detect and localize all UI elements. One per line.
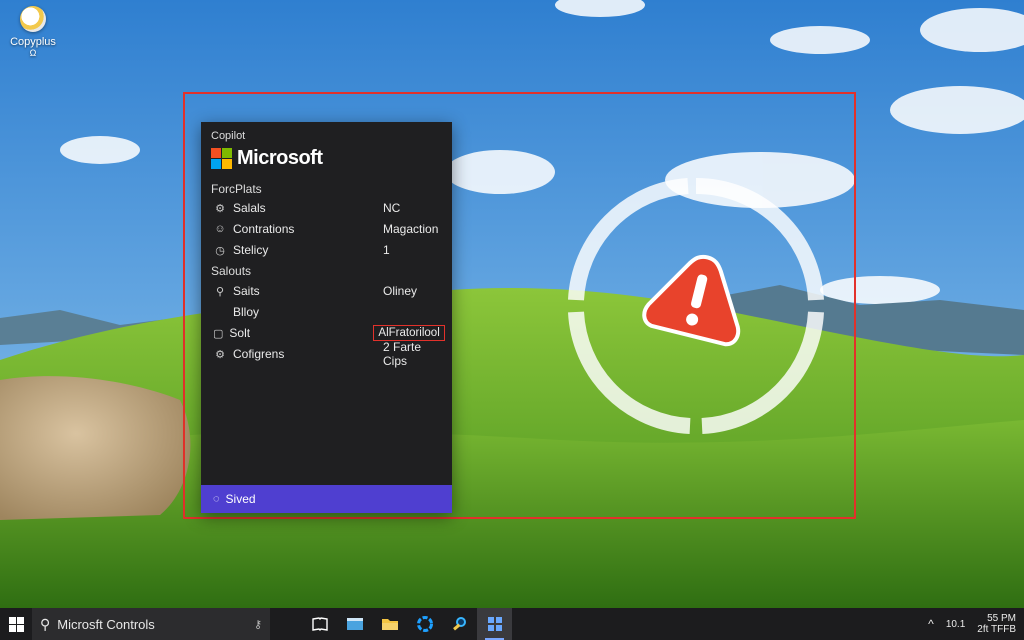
clock-icon: ◷ (215, 244, 225, 257)
taskbar-app-search[interactable] (442, 608, 477, 640)
loading-icon (416, 616, 433, 632)
row-label: Salals (233, 201, 266, 215)
row-label: Saits (233, 284, 260, 298)
row-label: Contrations (233, 222, 295, 236)
row-value: NC (383, 201, 401, 215)
row-label: Blloy (233, 305, 260, 319)
taskbar-app-refresh[interactable] (407, 608, 442, 640)
row-value: 1 (383, 243, 390, 257)
settings-row[interactable]: ☺ Contrations Magaction (213, 220, 442, 238)
row-label: Stelicy (233, 243, 269, 257)
folder-icon (381, 619, 398, 630)
microphone-icon[interactable]: ⚷ (254, 618, 262, 631)
taskbar: ⚲ Microsft Controls ⚷ ^ 10.1 55 PM 2ft T… (0, 608, 1024, 640)
warning-ring-graphic (560, 172, 832, 440)
footer-label: Sived (225, 492, 256, 506)
settings-row[interactable]: Blloy (213, 303, 442, 321)
clock[interactable]: 55 PM 2ft TFFB (977, 613, 1016, 635)
smiley-icon: ☺ (214, 223, 226, 235)
window-icon (346, 618, 363, 630)
taskbar-app-copilot[interactable] (477, 608, 512, 640)
panel-app-title: Copilot (211, 130, 246, 142)
search-icon: ⚲ (215, 285, 225, 298)
book-icon (311, 617, 328, 631)
taskbar-search[interactable]: ⚲ Microsft Controls ⚷ (32, 608, 270, 640)
chevron-up-icon[interactable]: ^ (928, 617, 934, 631)
settings-row[interactable]: ⚙ Salals NC (213, 199, 442, 217)
app-icon (20, 6, 46, 32)
settings-row[interactable]: ⚙ Cofigrens 2 Farte Cips (213, 340, 442, 368)
brand-name: Microsoft (237, 147, 323, 169)
microsoft-logo-icon (211, 148, 232, 169)
section-title-1: ForcPlats (211, 182, 262, 196)
row-label: Cofigrens (233, 347, 285, 361)
row-value: Oliney (383, 284, 418, 298)
app-grid-icon (487, 617, 502, 631)
pinned-apps (302, 608, 512, 640)
settings-row[interactable]: ⚲ Saits Oliney (213, 282, 442, 300)
gear-icon: ⚙ (215, 348, 225, 361)
row-value: Magaction (383, 222, 439, 236)
clock-time: 55 PM (987, 613, 1016, 624)
circle-icon: ◌ (213, 493, 220, 505)
magnifier-icon (452, 617, 466, 631)
row-value: 2 Farte Cips (383, 340, 422, 368)
row-label: Solt (229, 326, 251, 340)
square-icon: ▢ (213, 327, 224, 340)
warning-icon (568, 177, 824, 434)
search-icon: ⚲ (40, 615, 51, 632)
taskbar-app-explorer[interactable] (337, 608, 372, 640)
panel-footer-button[interactable]: ◌ Sived (201, 485, 452, 513)
windows-logo-icon (8, 616, 24, 632)
brand-header: Microsoft (211, 147, 323, 170)
section-title-2: Salouts (211, 264, 252, 278)
clock-date: 2ft TFFB (977, 624, 1016, 635)
gear-icon: ⚙ (215, 202, 225, 215)
copilot-panel: Copilot Microsoft ForcPlats ⚙ Salals NC … (201, 122, 452, 513)
taskbar-app-folder[interactable] (372, 608, 407, 640)
taskbar-app-book[interactable] (302, 608, 337, 640)
start-button[interactable] (0, 608, 32, 640)
search-text: Microsft Controls (57, 616, 155, 632)
highlighted-value[interactable]: AlFratorilool (373, 325, 445, 341)
desktop-icon-sublabel: Ω (29, 48, 37, 58)
system-tray: ^ 10.1 55 PM 2ft TFFB (928, 608, 1024, 640)
desktop-shortcut-copilot[interactable]: Copyplus Ω (4, 6, 62, 58)
settings-row[interactable]: ◷ Stelicy 1 (213, 241, 442, 259)
desktop-icon-label: Copyplus (10, 36, 56, 48)
tray-number[interactable]: 10.1 (946, 619, 965, 630)
